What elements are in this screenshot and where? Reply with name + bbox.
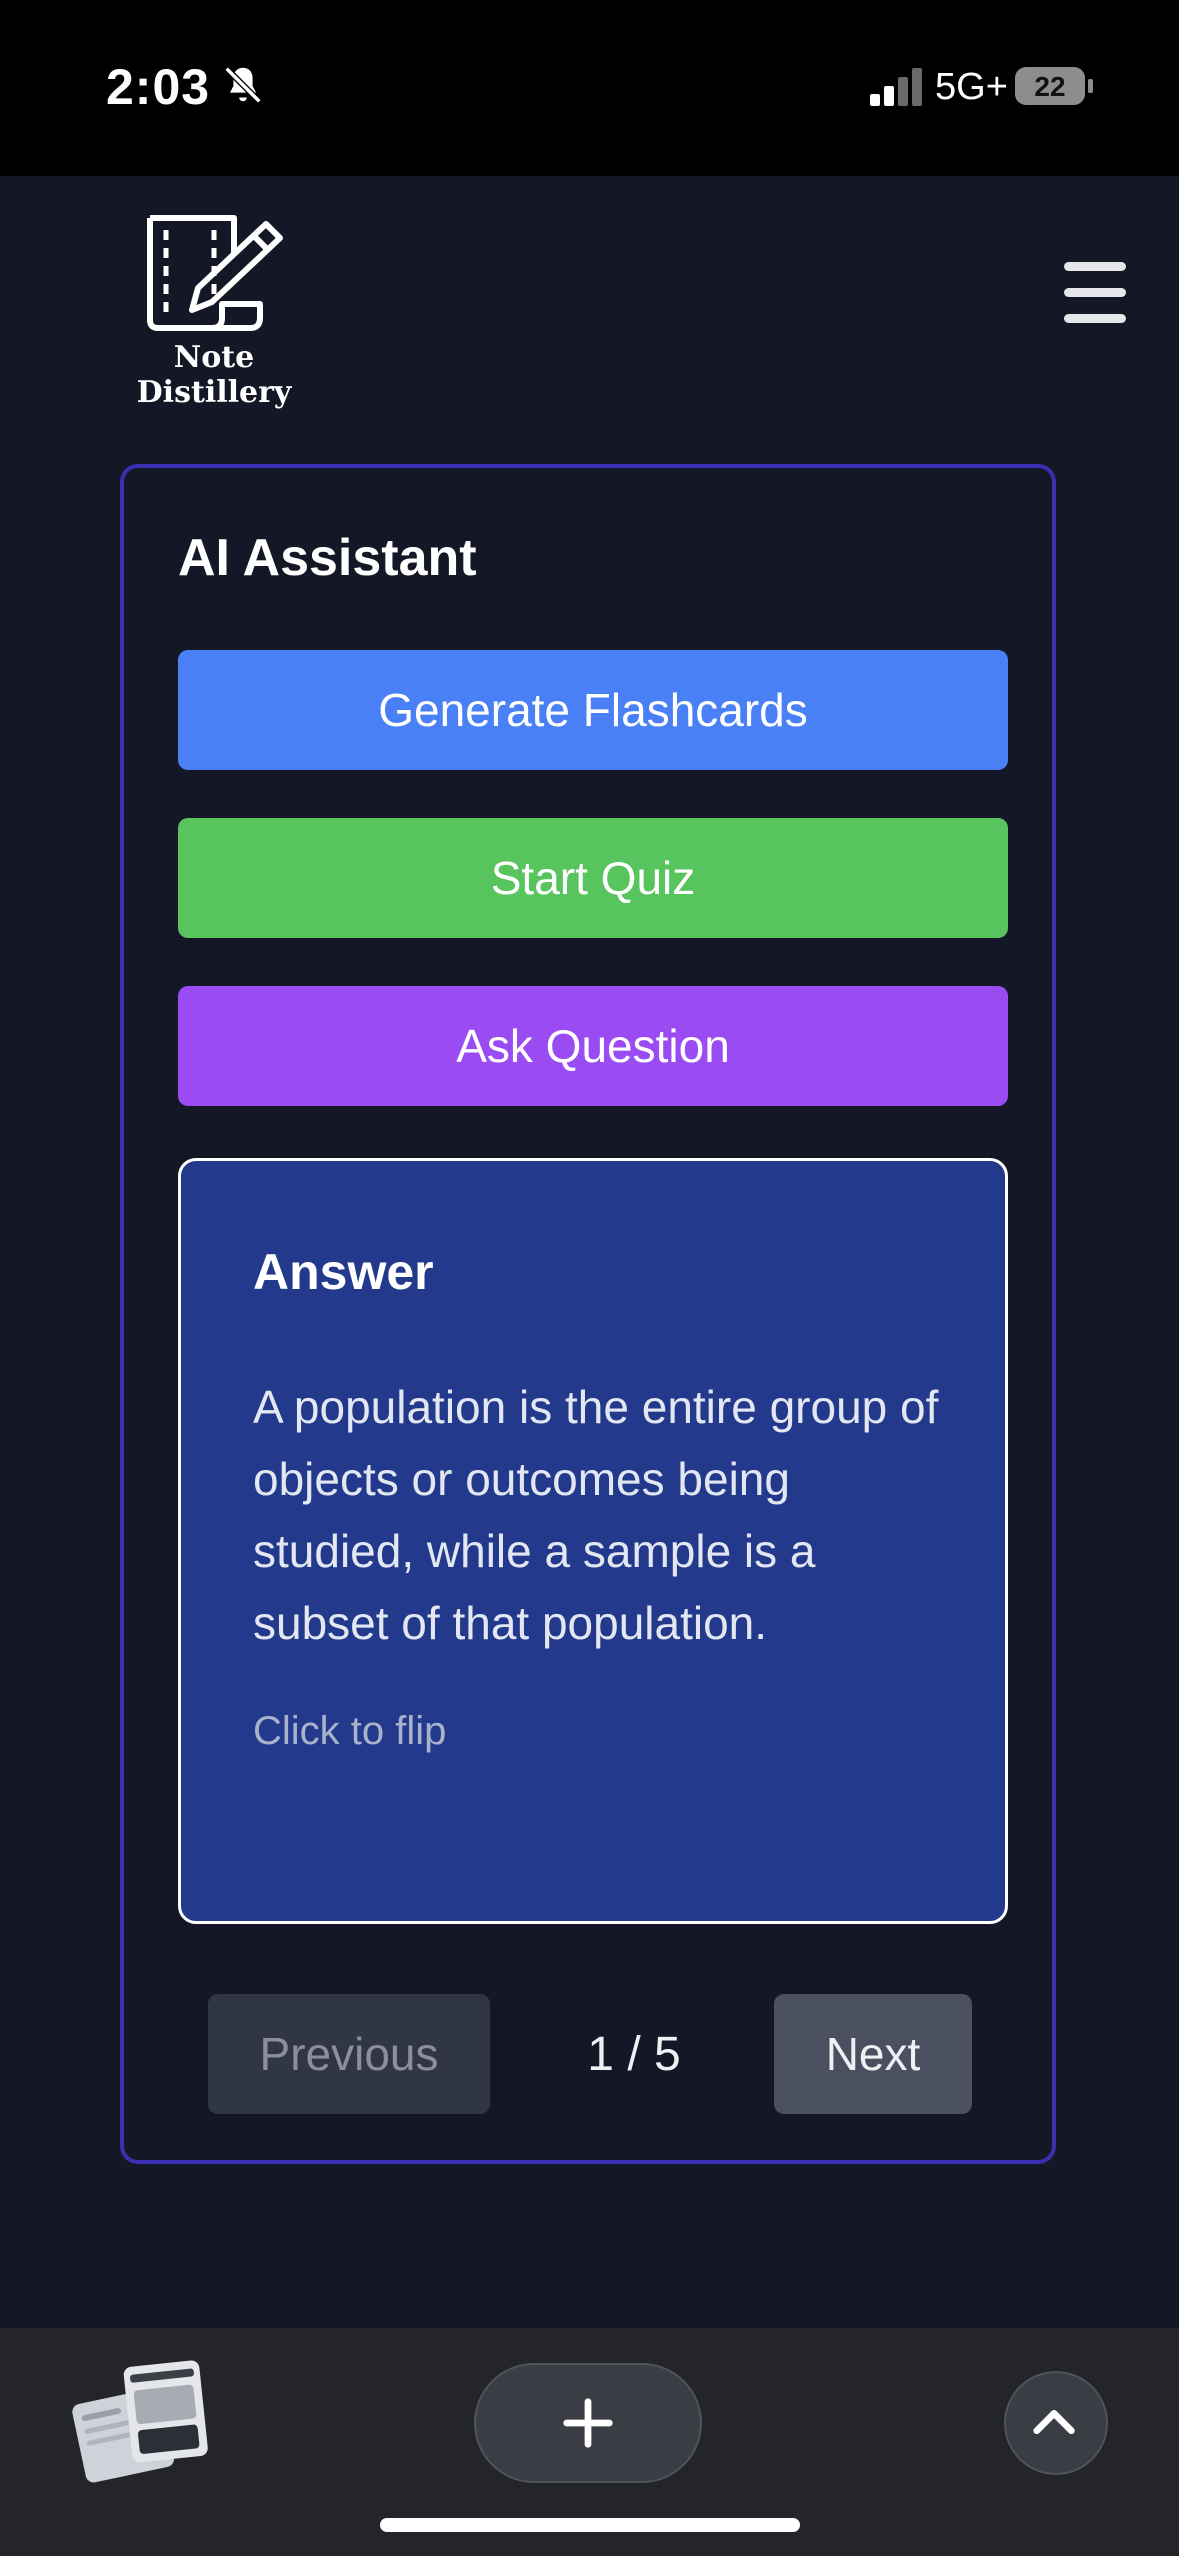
signal-icon bbox=[870, 68, 922, 106]
bell-slash-icon bbox=[224, 66, 262, 104]
hamburger-menu-icon[interactable] bbox=[1060, 262, 1130, 324]
network-type: 5G+ bbox=[935, 66, 1008, 108]
battery-level: 22 bbox=[1034, 71, 1065, 102]
start-quiz-button[interactable]: Start Quiz bbox=[178, 818, 1008, 938]
previous-button[interactable]: Previous bbox=[208, 1994, 490, 2114]
flashcard-heading: Answer bbox=[253, 1244, 434, 1300]
page-counter: 1 / 5 bbox=[587, 2027, 681, 2081]
status-bar: 2:03 5G+ 22 bbox=[0, 0, 1179, 176]
scroll-up-button[interactable] bbox=[1004, 2371, 1108, 2475]
plus-icon bbox=[563, 2398, 613, 2448]
next-button[interactable]: Next bbox=[774, 1994, 972, 2114]
flip-hint: Click to flip bbox=[253, 1709, 447, 1753]
generate-flashcards-button[interactable]: Generate Flashcards bbox=[178, 650, 1008, 770]
status-time: 2:03 bbox=[106, 59, 211, 115]
notebook-pencil-logo[interactable] bbox=[142, 214, 292, 334]
home-indicator bbox=[380, 2518, 800, 2532]
panel-title: AI Assistant bbox=[178, 529, 477, 587]
chevron-up-icon bbox=[1033, 2410, 1075, 2435]
ai-assistant-panel: AI Assistant Generate Flashcards Start Q… bbox=[120, 464, 1056, 2164]
bottom-toolbar bbox=[0, 2328, 1179, 2556]
battery-icon: 22 bbox=[1015, 67, 1093, 105]
ask-question-button[interactable]: Ask Question bbox=[178, 986, 1008, 1106]
tabs-thumbnail[interactable] bbox=[70, 2354, 210, 2484]
new-tab-button[interactable] bbox=[474, 2363, 702, 2483]
flashcard-text: A population is the entire group of obje… bbox=[253, 1381, 939, 1649]
app-header: Note Distillery bbox=[0, 176, 1179, 410]
brand-name[interactable]: Note Distillery bbox=[92, 340, 336, 410]
flashcard[interactable]: Answer A population is the entire group … bbox=[178, 1158, 1008, 1924]
